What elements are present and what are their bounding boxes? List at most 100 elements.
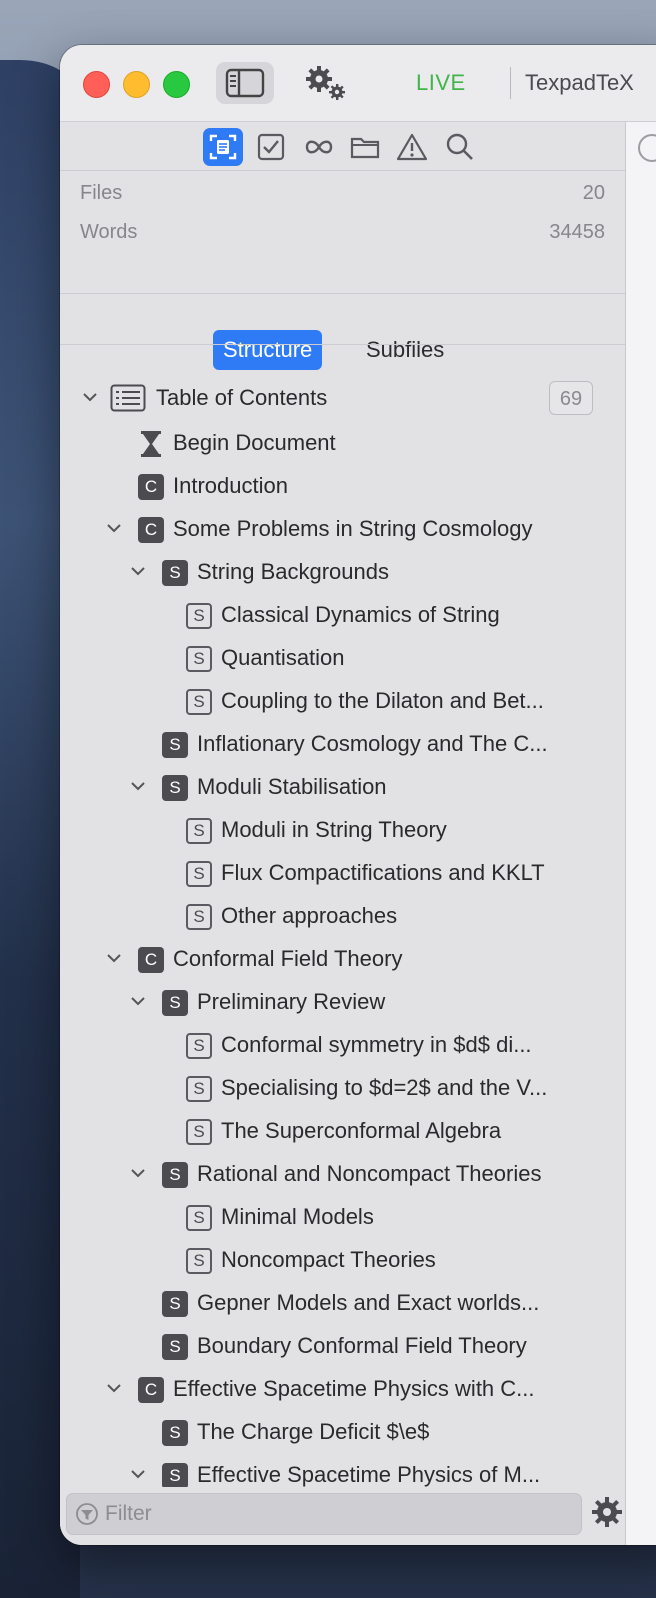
tree-row[interactable]: S String Backgrounds — [60, 551, 625, 594]
chapter-badge: C — [138, 1377, 164, 1403]
gear-icon[interactable] — [590, 1495, 624, 1529]
tree-row[interactable]: Begin Document — [60, 422, 625, 465]
tree-row[interactable]: S Classical Dynamics of String — [60, 594, 625, 637]
chevron-down-icon[interactable] — [128, 991, 148, 1011]
tree-row[interactable]: S Conformal symmetry in $d$ di... — [60, 1024, 625, 1067]
close-window-button[interactable] — [83, 71, 110, 98]
typeset-settings-button[interactable] — [296, 62, 354, 104]
document-title: TexpadTeX — [525, 70, 634, 95]
subsection-badge: S — [186, 1205, 212, 1231]
tree-row-label: The Superconformal Algebra — [221, 1118, 502, 1143]
tree-row-label: Quantisation — [221, 645, 345, 670]
tree-row[interactable]: S Rational and Noncompact Theories — [60, 1153, 625, 1196]
filter-placeholder: Filter — [105, 1502, 152, 1525]
tree-row[interactable]: S Other approaches — [60, 895, 625, 938]
chapter-badge: C — [138, 474, 164, 500]
files-stat: Files 20 — [80, 182, 605, 210]
tree-row[interactable]: S Preliminary Review — [60, 981, 625, 1024]
tree-row[interactable]: S Moduli Stabilisation — [60, 766, 625, 809]
tree-row[interactable]: S Effective Spacetime Physics of M... — [60, 1454, 625, 1487]
zoom-window-button[interactable] — [163, 71, 190, 98]
tree-row[interactable]: S The Superconformal Algebra — [60, 1110, 625, 1153]
tree-row-label: Moduli in String Theory — [221, 817, 447, 842]
tool-issues[interactable] — [392, 128, 432, 166]
tree-row-label: Gepner Models and Exact worlds... — [197, 1290, 540, 1315]
tree-row[interactable]: S Specialising to $d=2$ and the V... — [60, 1067, 625, 1110]
section-badge: S — [162, 775, 188, 801]
tree-row-label: Conformal symmetry in $d$ di... — [221, 1032, 532, 1057]
gears-icon — [306, 66, 345, 100]
tree-row[interactable]: S The Charge Deficit $\e$ — [60, 1411, 625, 1454]
section-badge: S — [162, 1334, 188, 1360]
tree-row-label: Preliminary Review — [197, 989, 386, 1014]
tree-row-label: Specialising to $d=2$ and the V... — [221, 1075, 548, 1100]
minimize-window-button[interactable] — [123, 71, 150, 98]
files-label: Files — [80, 182, 123, 204]
tree-row-label: Noncompact Theories — [221, 1247, 436, 1272]
chevron-down-icon[interactable] — [104, 1378, 124, 1398]
editor-circle-icon — [638, 134, 656, 162]
files-value: 20 — [582, 182, 605, 204]
tree-row-label: Coupling to the Dilaton and Bet... — [221, 688, 544, 713]
tool-outline[interactable] — [203, 128, 243, 166]
tree-row[interactable]: S Moduli in String Theory — [60, 809, 625, 852]
chevron-down-icon[interactable] — [128, 561, 148, 581]
words-value: 34458 — [549, 221, 605, 243]
chevron-down-icon[interactable] — [128, 1464, 148, 1484]
section-badge: S — [162, 990, 188, 1016]
tree-row-label: Some Problems in String Cosmology — [173, 516, 533, 541]
tree-row-label: Other approaches — [221, 903, 398, 928]
section-badge: S — [162, 1291, 188, 1317]
tool-files[interactable] — [345, 128, 385, 166]
titlebar: LIVE TexpadTeX — [60, 45, 656, 122]
tool-todos[interactable] — [251, 128, 291, 166]
sidebar-icon — [225, 68, 265, 98]
tree-row[interactable]: C Effective Spacetime Physics with C... — [60, 1368, 625, 1411]
tree-row[interactable]: S Gepner Models and Exact worlds... — [60, 1282, 625, 1325]
live-typeset-indicator[interactable]: LIVE — [416, 70, 466, 96]
words-stat: Words 34458 — [80, 221, 605, 249]
tree-row-toc[interactable]: Table of Contents 69 — [60, 377, 625, 420]
tree-row[interactable]: C Some Problems in String Cosmology — [60, 508, 625, 551]
words-label: Words — [80, 221, 138, 243]
tree-row[interactable]: S Boundary Conformal Field Theory — [60, 1325, 625, 1368]
filter-bar: Filter — [60, 1487, 625, 1545]
tree-row-label: Effective Spacetime Physics of M... — [197, 1462, 541, 1487]
tab-structure[interactable]: Structure — [213, 330, 323, 370]
titlebar-separator — [510, 67, 511, 99]
hourglass-icon — [141, 431, 161, 457]
tree-row-label: Flux Compactifications and KKLT — [221, 860, 545, 885]
checkbox-icon — [257, 133, 285, 161]
sidebar-toggle-button[interactable] — [216, 62, 274, 104]
subsection-badge: S — [186, 1248, 212, 1274]
warning-icon — [396, 133, 428, 161]
tree-row[interactable]: C Introduction — [60, 465, 625, 508]
search-icon — [446, 133, 473, 160]
chevron-down-icon[interactable] — [80, 387, 100, 407]
tree-row-label: Boundary Conformal Field Theory — [197, 1333, 527, 1358]
editor-pane — [626, 122, 656, 1545]
divider — [60, 293, 625, 294]
subsection-badge: S — [186, 904, 212, 930]
tree-row[interactable]: C Conformal Field Theory — [60, 938, 625, 981]
chevron-down-icon[interactable] — [104, 518, 124, 538]
chapter-badge: C — [138, 947, 164, 973]
chevron-down-icon[interactable] — [128, 776, 148, 796]
tree-row[interactable]: S Minimal Models — [60, 1196, 625, 1239]
tool-references[interactable] — [299, 128, 339, 166]
tree-row[interactable]: S Coupling to the Dilaton and Bet... — [60, 680, 625, 723]
tree-row[interactable]: S Flux Compactifications and KKLT — [60, 852, 625, 895]
tree-row[interactable]: S Inflationary Cosmology and The C... — [60, 723, 625, 766]
tree-row[interactable]: S Quantisation — [60, 637, 625, 680]
tree-row-label: The Charge Deficit $\e$ — [197, 1419, 430, 1444]
chevron-down-icon[interactable] — [128, 1163, 148, 1183]
tool-search[interactable] — [440, 128, 480, 166]
tree-row-label: Conformal Field Theory — [173, 946, 403, 971]
chevron-down-icon[interactable] — [104, 948, 124, 968]
section-badge: S — [162, 1162, 188, 1188]
filter-icon — [76, 1503, 98, 1525]
filter-field[interactable]: Filter — [66, 1493, 582, 1535]
tree-row[interactable]: S Noncompact Theories — [60, 1239, 625, 1282]
tab-subfiles[interactable]: Subfiles — [356, 330, 454, 370]
infinity-icon — [305, 140, 333, 154]
